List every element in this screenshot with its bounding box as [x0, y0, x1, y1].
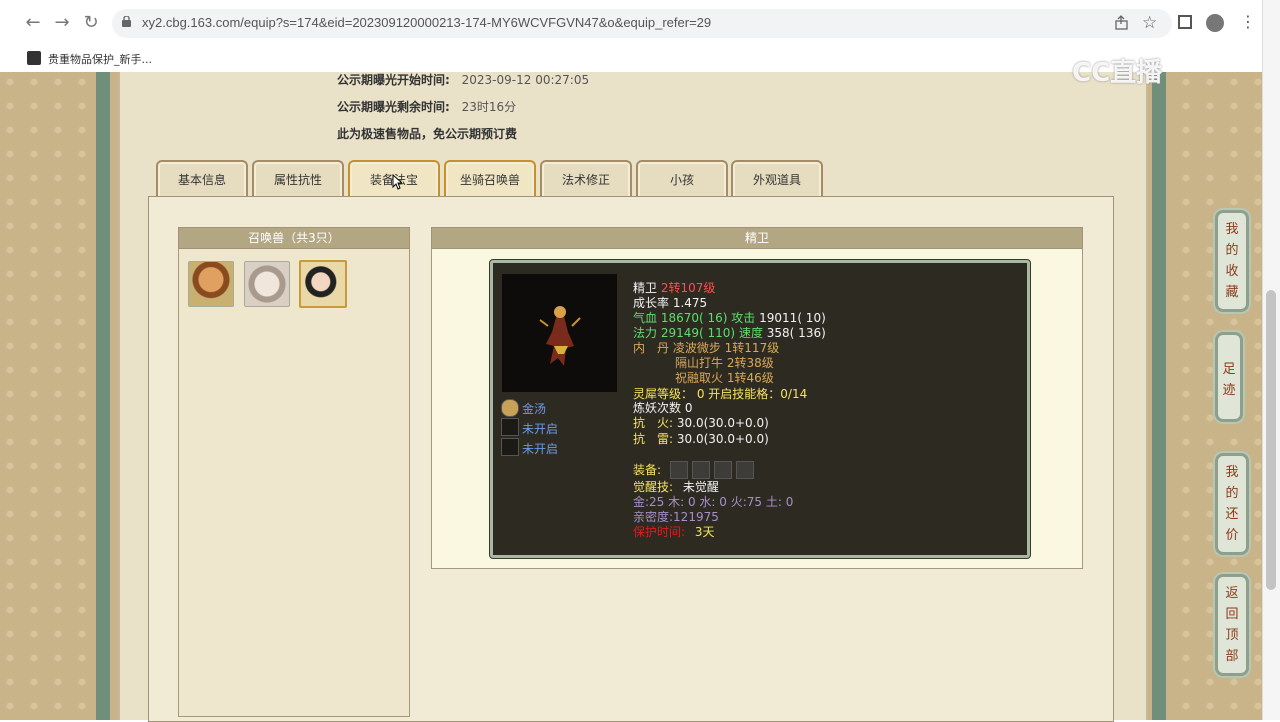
- watermark: CC直播: [1072, 58, 1163, 88]
- my-favorites-button[interactable]: 我的收藏: [1215, 210, 1249, 312]
- reload-icon[interactable]: ↻: [80, 12, 102, 34]
- left-border: [96, 72, 110, 720]
- profile-icon[interactable]: [1206, 14, 1224, 32]
- tab-appearance[interactable]: 外观道具: [731, 160, 823, 198]
- resist-thunder-value: 30.0(30.0+0.0): [676, 432, 769, 446]
- footprints-button[interactable]: 足迹: [1215, 332, 1243, 422]
- pet-figure-icon: [539, 306, 581, 366]
- browser-toolbar: ← → ↻ xy2.cbg.163.com/equip?s=174&eid=20…: [0, 0, 1262, 46]
- cursor-icon: [392, 173, 404, 190]
- neidan-label: 内 丹: [633, 341, 670, 355]
- start-label: 公示期曝光开始时间:: [337, 73, 450, 87]
- remain-value: 23时16分: [461, 100, 517, 114]
- item-icon-1[interactable]: [501, 399, 519, 417]
- mp-label: 法力: [633, 326, 658, 340]
- resist-fire-value: 30.0(30.0+0.0): [676, 416, 769, 430]
- tab-attributes[interactable]: 属性抗性: [252, 160, 344, 198]
- my-offers-label: 我的还价: [1225, 465, 1239, 543]
- hp-label: 气血: [633, 311, 658, 325]
- protect-label: 保护时间:: [633, 525, 686, 539]
- sidepanel-icon[interactable]: [1178, 15, 1192, 29]
- my-offers-button[interactable]: 我的还价: [1215, 453, 1249, 555]
- resist-fire-label: 抗 火:: [633, 416, 674, 430]
- scrollbar-thumb[interactable]: [1266, 290, 1276, 590]
- pet-detail-title: 精卫: [431, 227, 1083, 249]
- protect-value: 3天: [694, 525, 715, 539]
- right-border: [1152, 72, 1166, 720]
- hp-value: 18670( 16): [660, 311, 728, 325]
- mp-value: 29149( 110): [660, 326, 736, 340]
- awaken-value: 未觉醒: [682, 480, 719, 494]
- neidan-1: 凌波微步 1转117级: [672, 341, 780, 355]
- item-label-2: 未开启: [522, 422, 559, 436]
- pet-avatar-1[interactable]: [188, 261, 234, 307]
- atk-label: 攻击: [731, 311, 756, 325]
- neidan-3: 祝融取火 1转46级: [675, 371, 774, 385]
- sale-note: 此为极速售物品，免公示期预订费: [337, 127, 518, 141]
- pet-avatar-3-selected[interactable]: [299, 260, 347, 308]
- equip-label: 装备:: [633, 463, 662, 477]
- pet-name: 精卫: [633, 281, 658, 295]
- spd-label: 速度: [738, 326, 763, 340]
- item-label-1: 金汤: [522, 402, 547, 416]
- pet-avatar-2[interactable]: [244, 261, 290, 307]
- share-icon[interactable]: [1114, 15, 1130, 31]
- awaken-label: 觉醒技:: [633, 480, 674, 494]
- equip-slot-3[interactable]: [714, 461, 732, 479]
- star-icon[interactable]: ☆: [1142, 13, 1157, 33]
- lock-icon: [122, 15, 131, 27]
- item-icon-3[interactable]: [501, 438, 519, 456]
- back-to-top-label: 返回顶部: [1225, 586, 1239, 664]
- back-to-top-button[interactable]: 返回顶部: [1215, 574, 1249, 676]
- pet-list-title: 召唤兽（共3只）: [178, 227, 410, 249]
- start-value: 2023-09-12 00:27:05: [461, 73, 590, 87]
- back-icon[interactable]: ←: [22, 12, 44, 34]
- spd-value: 358( 136): [766, 326, 826, 340]
- url-text: xy2.cbg.163.com/equip?s=174&eid=20230912…: [142, 15, 712, 30]
- tab-basic-info[interactable]: 基本信息: [156, 160, 248, 198]
- equip-slot-2[interactable]: [692, 461, 710, 479]
- item-label-3: 未开启: [522, 442, 559, 456]
- tab-children[interactable]: 小孩: [636, 160, 728, 198]
- menu-icon[interactable]: ⋮: [1240, 12, 1256, 31]
- my-favorites-label: 我的收藏: [1225, 222, 1239, 300]
- footprints-label: 足迹: [1222, 362, 1236, 398]
- bookmark-favicon-icon: [27, 51, 41, 65]
- forward-icon[interactable]: →: [51, 12, 73, 34]
- equip-slot-4[interactable]: [736, 461, 754, 479]
- tab-mounts-pets[interactable]: 坐骑召唤兽: [444, 160, 536, 198]
- tab-spell-mods[interactable]: 法术修正: [540, 160, 632, 198]
- pet-portrait: [502, 274, 617, 392]
- item-icon-2[interactable]: [501, 418, 519, 436]
- remain-label: 公示期曝光剩余时间:: [337, 100, 450, 114]
- resist-thunder-label: 抗 雷:: [633, 432, 674, 446]
- atk-value: 19011( 10): [759, 311, 826, 325]
- bookmark-item[interactable]: 贵重物品保护_新手...: [48, 51, 152, 67]
- pet-level: 2转107级: [660, 281, 716, 295]
- equip-slot-1[interactable]: [670, 461, 688, 479]
